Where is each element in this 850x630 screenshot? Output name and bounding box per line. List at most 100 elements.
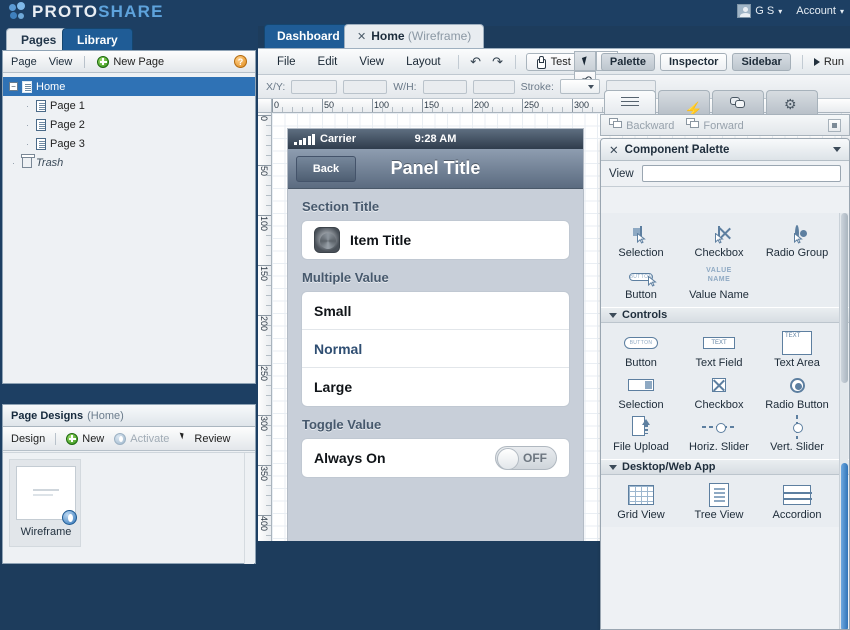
wh-label: W/H: [393, 80, 417, 93]
palette-group-header[interactable]: Desktop/Web App [601, 459, 849, 475]
tree-item-trash[interactable]: · Trash [3, 153, 255, 172]
palette-item-horizontal-slider[interactable]: Horiz. Slider [681, 413, 757, 453]
palette-item-tree-view[interactable]: Tree View [681, 481, 757, 521]
pointer-tool[interactable] [574, 51, 596, 71]
list-item[interactable]: Item Title [302, 221, 569, 259]
tab-home-wireframe[interactable]: ✕ Home (Wireframe) [344, 24, 485, 48]
close-icon[interactable]: ✕ [357, 31, 366, 43]
vertical-slider-icon [759, 413, 835, 441]
page-designs-scrollbar[interactable] [244, 453, 254, 564]
palette-item-text-field[interactable]: TEXT Text Field [681, 329, 757, 369]
design-thumbnail-label: Wireframe [20, 526, 72, 538]
settings-tab[interactable]: ⚙ [766, 90, 818, 114]
palette-item-value-name[interactable]: VALUE NAME Value Name [681, 261, 757, 301]
events-tab[interactable]: ⚡ [658, 90, 710, 118]
palette-item-text-area[interactable]: TEXT Text Area [759, 329, 835, 369]
undo-icon[interactable]: ↶ [465, 54, 487, 70]
back-button[interactable]: Back [296, 155, 356, 182]
right-panel-tabs: ⚡ ⚙ [604, 90, 818, 118]
width-input[interactable] [422, 79, 467, 94]
palette-item-selection[interactable]: Selection [603, 371, 679, 411]
tab-library[interactable]: Library [62, 28, 133, 50]
tree-item-page-1[interactable]: · Page 1 [3, 96, 255, 115]
palette-toggle-button[interactable]: Palette [600, 53, 655, 71]
collapse-icon[interactable]: − [9, 82, 18, 91]
palette-view-row: View [601, 161, 849, 187]
palette-item-accordion[interactable]: Accordion [759, 481, 835, 521]
outline-tab[interactable] [604, 90, 656, 114]
tree-item-page-3[interactable]: · Page 3 [3, 134, 255, 153]
list-item[interactable]: Always On OFF [302, 439, 569, 477]
toggle-switch[interactable]: OFF [495, 446, 557, 470]
comments-tab[interactable] [712, 90, 764, 114]
close-icon[interactable]: ✕ [609, 143, 619, 157]
menu-view[interactable]: View [49, 56, 73, 68]
height-input[interactable] [472, 79, 515, 94]
palette-item-selection-cursor[interactable]: Selection [603, 219, 679, 259]
palette-item-radio-button[interactable]: Radio Button [759, 371, 835, 411]
send-backward-button[interactable]: Backward [609, 118, 674, 132]
menubar-divider [457, 54, 459, 69]
new-page-button[interactable]: New Page [97, 55, 164, 68]
menu-edit[interactable]: Edit [307, 56, 349, 68]
menu-design[interactable]: Design [11, 433, 45, 445]
left-panel-tabs: Pages Library [0, 26, 258, 50]
ruler-tick-label: 200 [259, 316, 269, 332]
palette-item-label: Radio Group [765, 247, 829, 259]
right-panel: ⚡ ⚙ Backward Forward ✕ Component Palette… [600, 90, 850, 630]
menu-view[interactable]: View [348, 56, 395, 68]
tree-view-icon [681, 481, 757, 509]
tree-item-page-2[interactable]: · Page 2 [3, 115, 255, 134]
palette-item-radio-group-cursor[interactable]: Radio Group [759, 219, 835, 259]
palette-view-input[interactable] [641, 165, 841, 182]
palette-item-checkbox-cursor[interactable]: Checkbox [681, 219, 757, 259]
palette-item-checkbox[interactable]: Checkbox [681, 371, 757, 411]
menu-file[interactable]: File [266, 56, 307, 68]
redo-icon[interactable]: ↷ [487, 54, 509, 70]
new-design-button[interactable]: New [66, 432, 104, 445]
list-item[interactable]: Normal [302, 330, 569, 368]
palette-group-desktop-web-app: Desktop/Web App Grid View Tree View Acco… [601, 459, 849, 527]
palette-item-vertical-slider[interactable]: Vert. Slider [759, 413, 835, 453]
tree-item-home[interactable]: − Home [3, 77, 255, 96]
phone-content: Section Title Item Title Multiple Value … [288, 189, 583, 478]
design-thumbnail-item[interactable]: Wireframe [9, 459, 81, 547]
y-input[interactable] [343, 79, 388, 94]
palette-item-grid-view[interactable]: Grid View [603, 481, 679, 521]
palette-item-file-upload[interactable]: File Upload [603, 413, 679, 453]
tab-dashboard[interactable]: Dashboard [264, 24, 353, 48]
inspector-toggle-button[interactable]: Inspector [659, 53, 728, 71]
palette-item-label: Button [625, 289, 657, 301]
app-logo[interactable]: PROTOSHARE [8, 2, 164, 22]
menu-layout[interactable]: Layout [395, 56, 452, 68]
activate-design-button[interactable]: Activate [114, 432, 169, 445]
review-design-button[interactable]: Review [179, 433, 230, 445]
x-input[interactable] [291, 79, 338, 94]
stroke-select[interactable] [559, 79, 600, 94]
sidebar-toggle-button[interactable]: Sidebar [732, 53, 791, 71]
list-item[interactable]: Large [302, 368, 569, 406]
palette-item-button[interactable]: BUTTON Button [603, 329, 679, 369]
run-button[interactable]: Run [813, 56, 844, 68]
palette-item-button-cursor[interactable]: BUTTON Button [603, 261, 679, 301]
palette-group-header[interactable]: Controls [601, 307, 849, 323]
protoshare-mark-icon [8, 2, 28, 22]
panel-options-icon[interactable] [828, 118, 841, 132]
bullet-icon: · [26, 100, 29, 111]
section-card: Item Title [301, 220, 570, 260]
mobile-wireframe[interactable]: Carrier 9:28 AM Back Panel Title Section… [288, 129, 583, 541]
test-button[interactable]: Test [525, 52, 580, 71]
chevron-down-icon[interactable] [833, 147, 841, 152]
play-icon [813, 58, 820, 66]
plus-circle-icon [97, 55, 110, 68]
palette-scroll-area[interactable]: Selection Checkbox Radio Group BUTTON Bu… [601, 213, 849, 629]
run-label: Run [823, 56, 844, 68]
list-item[interactable]: Small [302, 292, 569, 330]
ruler-tick-label: 0 [259, 116, 269, 122]
ruler-tick-label: 300 [259, 416, 269, 432]
menu-page[interactable]: Page [11, 56, 37, 68]
palette-scrollbar[interactable] [839, 213, 848, 629]
help-icon[interactable]: ? [234, 55, 247, 68]
bring-forward-button[interactable]: Forward [686, 118, 744, 132]
palette-scrollbar-thumb[interactable] [841, 463, 848, 629]
